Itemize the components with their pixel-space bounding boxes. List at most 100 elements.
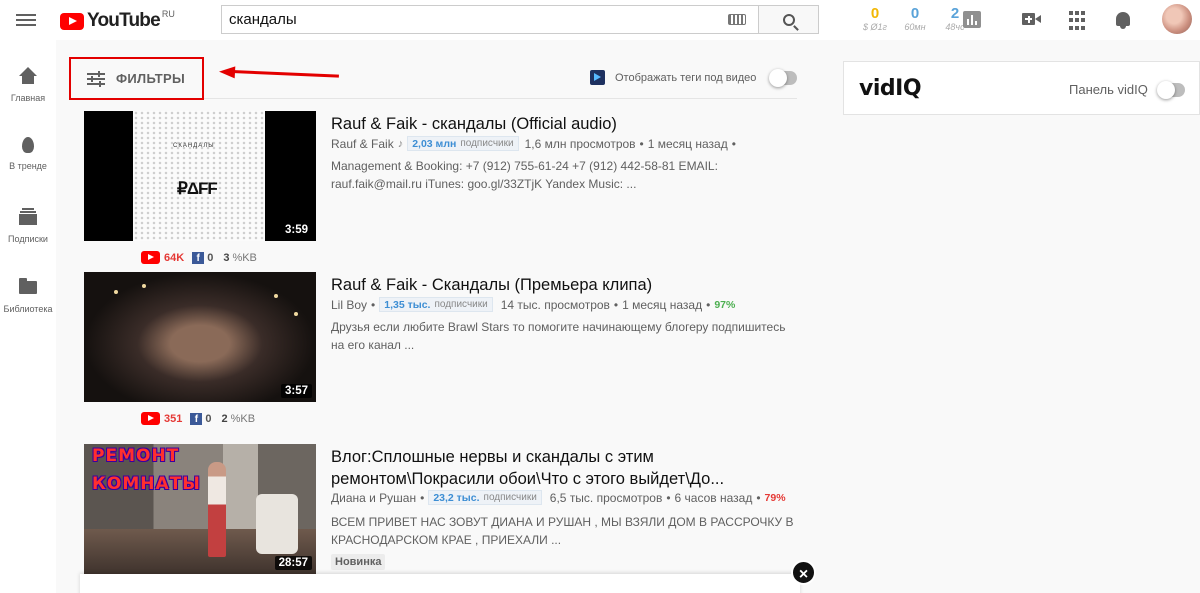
logo-region: RU [161, 9, 175, 19]
stat-60min[interactable]: 0 60мн [895, 6, 935, 33]
video-thumbnail[interactable]: 3:57 [84, 272, 316, 402]
sidebar-item-label: В тренде [9, 161, 47, 171]
stat-value: 0 [910, 5, 920, 22]
sidebar-item-home[interactable]: Главная [0, 67, 56, 103]
video-title[interactable]: Rauf & Faik - скандалы (Official audio) [331, 113, 771, 135]
separator-dot: • [731, 136, 736, 151]
separator-dot: • [371, 297, 376, 312]
bottom-popup [80, 574, 800, 593]
show-tags-control: Отображать теги под видео [590, 68, 798, 87]
video-title[interactable]: Влог:Сплошные нервы и скандалы с этим ре… [331, 446, 781, 490]
sidebar-item-label: Библиотека [3, 304, 53, 314]
apps-grid-icon[interactable] [1069, 11, 1089, 31]
vidiq-logo: vidIQ [859, 76, 922, 101]
video-social-stats: 351 f 0 2 %KB [141, 412, 255, 425]
new-badge: Новинка [331, 554, 386, 570]
thumbnail-art: СКАНДАЛЫ ₽ΔFF [133, 111, 265, 241]
video-result: РЕМОНТ КОМНАТЫ 28:57 Влог:Сплошные нервы… [84, 444, 804, 593]
view-count: 1,6 млн просмотров [524, 136, 636, 151]
facebook-count: 0 [205, 412, 212, 425]
thumbnail-art [84, 272, 316, 402]
vidiq-panel: vidIQ Панель vidIQ [843, 61, 1200, 115]
vidiq-panel-toggle[interactable] [1157, 81, 1185, 99]
video-duration: 3:57 [280, 384, 312, 398]
youtube-icon [141, 251, 160, 264]
vidiq-mini-icon [590, 70, 605, 85]
youtube-logo[interactable]: YouTube RU [60, 9, 175, 32]
video-title[interactable]: Rauf & Faik - Скандалы (Премьера клипа) [331, 274, 771, 296]
kb-unit: %KB [232, 251, 257, 264]
sidebar: Главная В тренде Подписки Библиотека [0, 40, 56, 593]
search-input[interactable] [222, 6, 712, 33]
thumbnail-header-text: СКАНДАЛЫ [173, 143, 215, 149]
logo-text: YouTube [87, 10, 161, 31]
search-button[interactable] [759, 5, 819, 34]
thumbnail-logo-text: ₽ΔFF [177, 179, 218, 198]
video-meta: Диана и Рушан • 23,2 тыс. подписчики 6,5… [331, 490, 786, 505]
keyboard-icon[interactable] [728, 14, 746, 25]
kb-count: 3 [223, 251, 230, 264]
subscriber-label: подписчики [460, 138, 514, 149]
sidebar-item-library[interactable]: Библиотека [0, 278, 56, 314]
channel-name[interactable]: Lil Boy [331, 298, 367, 312]
notifications-bell-icon[interactable] [1114, 11, 1134, 31]
filters-button[interactable]: ФИЛЬТРЫ [69, 57, 204, 100]
vidiq-stats: 0 $ Ø1г 0 60мн 2 48чс [855, 6, 975, 33]
masthead: YouTube RU 0 $ Ø1г 0 60мн 2 48чс [0, 0, 1200, 40]
like-ratio: 79% [764, 491, 786, 504]
sidebar-item-label: Подписки [8, 234, 48, 244]
separator-dot: • [420, 490, 425, 505]
facebook-icon: f [190, 412, 203, 425]
thumbnail-overlay-text: РЕМОНТ [92, 446, 180, 466]
video-meta: Lil Boy • 1,35 тыс. подписчики 14 тыс. п… [331, 297, 735, 312]
subscriber-chip: 2,03 млн подписчики [407, 136, 519, 151]
subscriber-count: 23,2 тыс. [433, 491, 480, 504]
youtube-play-icon [60, 12, 84, 30]
separator-dot: • [666, 490, 671, 505]
youtube-count: 64K [164, 251, 185, 264]
separator-dot: • [639, 136, 644, 151]
facebook-count: 0 [207, 251, 214, 264]
vidiq-panel-label: Панель vidIQ [1069, 82, 1148, 97]
stat-value: 0 [870, 5, 880, 22]
stat-label: 60мн [904, 22, 926, 32]
filters-label: ФИЛЬТРЫ [116, 71, 186, 86]
fire-icon [22, 137, 34, 153]
subscriber-label: подписчики [434, 299, 488, 310]
video-result: 3:57 Rauf & Faik - Скандалы (Премьера кл… [84, 272, 804, 432]
video-social-stats: 64K f 0 3 %KB [141, 251, 257, 264]
sidebar-item-trending[interactable]: В тренде [0, 137, 56, 171]
channel-name[interactable]: Диана и Рушан [331, 491, 416, 505]
video-meta: Rauf & Faik ♪ 2,03 млн подписчики 1,6 мл… [331, 136, 740, 151]
menu-icon[interactable] [16, 11, 36, 29]
video-thumbnail[interactable]: РЕМОНТ КОМНАТЫ 28:57 [84, 444, 316, 574]
search-box [221, 5, 759, 34]
video-description: Management & Booking: +7 (912) 755-61-24… [331, 159, 718, 191]
avatar[interactable] [1162, 4, 1192, 34]
upload-age: 6 часов назад [674, 490, 753, 505]
search-icon [782, 13, 795, 26]
create-video-icon[interactable] [1022, 13, 1042, 33]
thumbnail-overlay-text: КОМНАТЫ [92, 474, 201, 494]
home-icon [19, 67, 37, 85]
close-icon[interactable]: × [791, 560, 816, 585]
bar-chart-icon[interactable] [963, 11, 981, 28]
upload-age: 1 месяц назад [622, 297, 703, 312]
sidebar-item-subscriptions[interactable]: Подписки [0, 208, 56, 244]
annotation-arrow-head [218, 65, 236, 79]
stat-daily[interactable]: 0 $ Ø1г [855, 6, 895, 33]
separator-dot: • [756, 490, 761, 505]
channel-name[interactable]: Rauf & Faik [331, 137, 394, 151]
like-ratio: 97% [714, 298, 736, 311]
show-tags-label: Отображать теги под видео [615, 71, 757, 84]
facebook-icon: f [192, 251, 205, 264]
filter-sliders-icon [87, 70, 105, 87]
video-thumbnail[interactable]: СКАНДАЛЫ ₽ΔFF 3:59 [84, 111, 316, 241]
show-tags-toggle[interactable] [769, 68, 798, 87]
youtube-icon [141, 412, 160, 425]
video-result: СКАНДАЛЫ ₽ΔFF 3:59 Rauf & Faik - скандал… [84, 111, 804, 271]
kb-unit: %KB [230, 412, 256, 425]
video-description: ВСЕМ ПРИВЕТ НАС ЗОВУТ ДИАНА И РУШАН , МЫ… [331, 515, 794, 547]
view-count: 6,5 тыс. просмотров [549, 490, 663, 505]
separator-dot: • [613, 297, 619, 312]
